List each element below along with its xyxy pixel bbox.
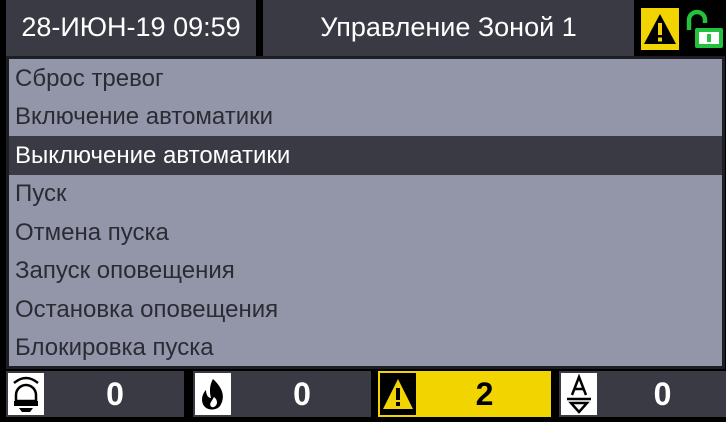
automatic-mode-counter[interactable]: 0: [559, 371, 726, 417]
automatic-mode-icon: [559, 371, 599, 417]
menu-item-enable-automation[interactable]: Включение автоматики: [9, 97, 722, 136]
warning-icon[interactable]: [641, 8, 679, 50]
siren-counter[interactable]: 0: [6, 371, 184, 417]
fire-count: 0: [293, 376, 311, 412]
warning-counter[interactable]: 2: [378, 371, 551, 417]
command-menu: Сброс тревог Включение автоматики Выключ…: [6, 56, 725, 369]
menu-item-stop-notification[interactable]: Остановка оповещения: [9, 290, 722, 329]
title-panel: Управление Зоной 1: [263, 0, 634, 56]
page-title: Управление Зоной 1: [320, 12, 577, 42]
warning-triangle-icon: [378, 371, 418, 417]
unlocked-padlock-icon[interactable]: [681, 8, 726, 50]
fire-icon: [193, 371, 233, 417]
datetime-text: 28-ИЮН-19 09:59: [21, 12, 241, 42]
automatic-mode-count: 0: [653, 376, 672, 412]
siren-count: 0: [106, 376, 124, 412]
menu-item-start[interactable]: Пуск: [9, 174, 722, 213]
datetime-panel: 28-ИЮН-19 09:59: [6, 0, 256, 56]
menu-item-reset-alarms[interactable]: Сброс тревог: [9, 59, 722, 98]
menu-item-block-start[interactable]: Блокировка пуска: [9, 328, 722, 367]
siren-icon: [6, 371, 46, 417]
menu-item-disable-automation[interactable]: Выключение автоматики: [9, 136, 722, 175]
menu-item-cancel-start[interactable]: Отмена пуска: [9, 213, 722, 252]
menu-item-start-notification[interactable]: Запуск оповещения: [9, 251, 722, 290]
warning-count: 2: [475, 376, 494, 412]
fire-counter[interactable]: 0: [193, 371, 371, 417]
